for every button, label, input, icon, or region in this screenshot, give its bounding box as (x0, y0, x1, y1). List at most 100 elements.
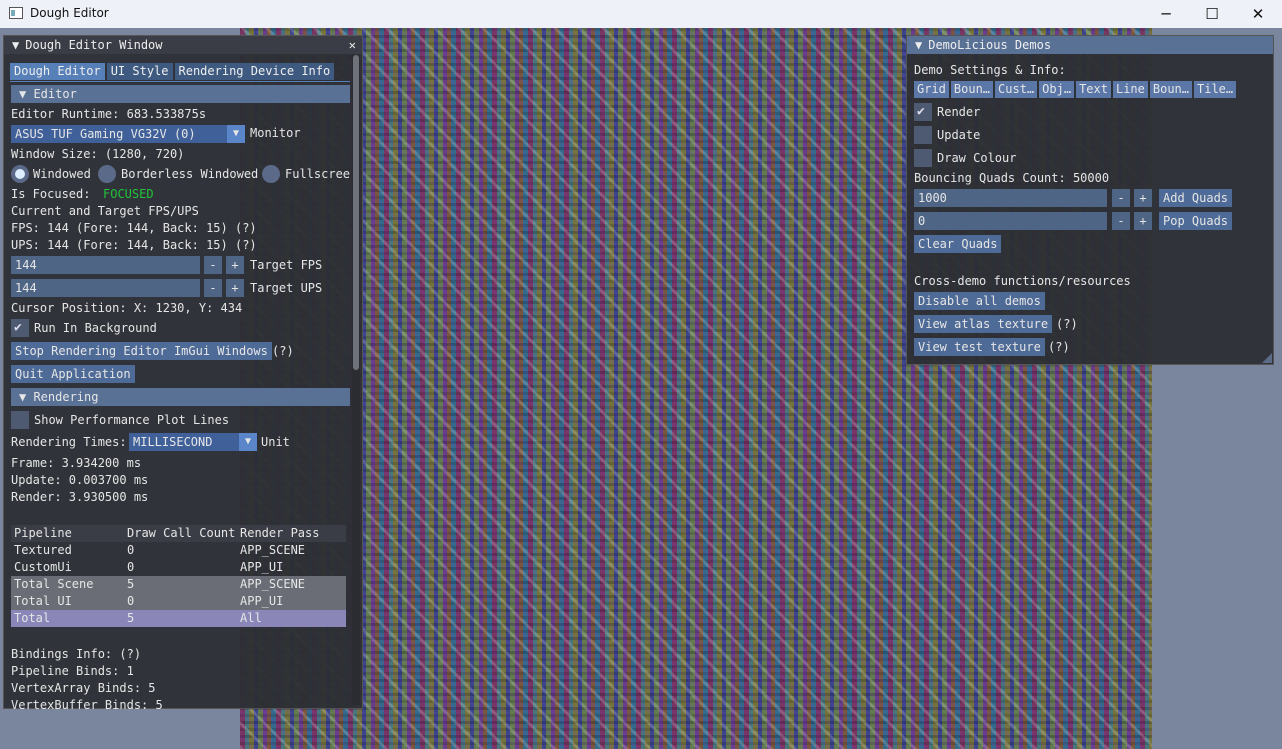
fullscreen-label: Fullscree (285, 167, 351, 181)
stop-rendering-button[interactable]: Stop Rendering Editor ImGui Windows (11, 342, 272, 360)
dough-editor-window: ▼ Dough Editor Window ✕ Dough Editor UI St… (3, 35, 363, 712)
is-focused-label: Is Focused: (11, 187, 91, 201)
add-quads-button[interactable]: Add Quads (1159, 189, 1233, 207)
collapse-triangle-icon[interactable]: ▼ (915, 36, 922, 54)
column-header: Draw Call Count (127, 526, 236, 540)
tab-ui-style[interactable]: UI Style (106, 63, 173, 80)
tab-line[interactable]: Line (1112, 81, 1148, 98)
table-row: Total 5 All (11, 610, 346, 627)
tab-underline (10, 81, 350, 82)
chevron-down-icon: ▼ (227, 125, 245, 143)
borderless-windowed-radio[interactable] (98, 165, 116, 183)
close-button[interactable]: ✕ (1235, 0, 1281, 28)
editor-tab-bar: Dough Editor UI Style Rendering Device Inf… (10, 63, 336, 81)
tab-tile[interactable]: Tile… (1194, 81, 1237, 98)
table-cell: APP_UI (240, 560, 284, 574)
update-checkbox[interactable] (914, 126, 932, 144)
tab-rendering-device-info[interactable]: Rendering Device Info (174, 63, 335, 80)
fullscreen-radio[interactable] (262, 165, 280, 183)
windowed-radio[interactable] (11, 165, 29, 183)
tab-dough-editor[interactable]: Dough Editor (10, 63, 105, 80)
table-cell: 5 (127, 611, 135, 625)
cursor-position: Cursor Position: X: 1230, Y: 434 (11, 301, 243, 315)
chevron-down-icon: ▼ (239, 433, 257, 451)
table-cell: APP_SCENE (240, 543, 306, 557)
table-cell: CustomUi (14, 560, 72, 574)
minimize-button[interactable]: ─ (1143, 0, 1189, 28)
resize-grip-icon[interactable] (1262, 353, 1272, 363)
render-checkbox[interactable] (914, 103, 932, 121)
table-cell: APP_SCENE (240, 577, 306, 591)
draw-colour-checkbox[interactable] (914, 149, 932, 167)
table-cell: Total Scene (14, 577, 94, 591)
help-marker[interactable]: (?) (1056, 317, 1078, 331)
update-label: Update (937, 128, 981, 142)
focus-status: FOCUSED (103, 187, 154, 201)
table-cell: Textured (14, 543, 72, 557)
pop-quads-button[interactable]: Pop Quads (1159, 212, 1233, 230)
view-test-texture-button[interactable]: View test texture (914, 338, 1045, 356)
editor-window-titlebar[interactable]: ▼ Dough Editor Window ✕ (4, 36, 362, 54)
help-marker[interactable]: (?) (272, 344, 294, 358)
run-in-background-label: Run In Background (34, 321, 157, 335)
tab-bounce[interactable]: Boun… (950, 81, 994, 98)
target-ups-input[interactable]: 144 (11, 279, 200, 297)
tab-grid[interactable]: Grid (914, 81, 949, 98)
vertexarray-binds: VertexArray Binds: 5 (11, 681, 156, 695)
monitor-select-value: ASUS TUF Gaming VG32V (0) (15, 127, 196, 141)
add-quads-increment[interactable]: + (1134, 189, 1152, 207)
update-time: Update: 0.003700 ms (11, 473, 149, 487)
column-header: Pipeline (14, 526, 72, 540)
editor-scrollbar[interactable] (352, 55, 360, 705)
target-ups-decrement[interactable]: - (204, 279, 222, 297)
demo-window-titlebar[interactable]: ▼ DemoLicious Demos (907, 36, 1273, 54)
time-unit-select[interactable]: MILLISECOND ▼ (129, 433, 257, 451)
tab-bouncing-quads[interactable]: Boun… (1149, 81, 1192, 98)
rendering-header-label: Rendering (33, 390, 99, 404)
target-ups-increment[interactable]: + (226, 279, 244, 297)
column-header: Render Pass (240, 526, 320, 540)
disable-all-demos-button[interactable]: Disable all demos (914, 292, 1045, 310)
table-row: Textured 0 APP_SCENE (11, 542, 346, 559)
borderless-windowed-label: Borderless Windowed (121, 167, 259, 181)
add-quads-input[interactable]: 1000 (914, 189, 1107, 207)
scrollbar-thumb[interactable] (353, 55, 359, 370)
add-quads-decrement[interactable]: - (1112, 189, 1130, 207)
rendering-times-label: Rendering Times: (11, 435, 127, 449)
editor-section-header[interactable]: ▼ Editor (11, 85, 350, 103)
table-cell: 0 (127, 543, 135, 557)
monitor-select[interactable]: ASUS TUF Gaming VG32V (0) ▼ (11, 125, 245, 143)
rendering-section-header[interactable]: ▼ Rendering (11, 388, 350, 406)
windowed-label: Windowed (33, 167, 91, 181)
maximize-button[interactable]: ☐ (1189, 0, 1235, 28)
help-marker[interactable]: (?) (1048, 340, 1070, 354)
window-size: Window Size: (1280, 720) (11, 147, 185, 161)
table-cell: Total (14, 611, 51, 625)
render-label: Render (937, 105, 981, 119)
collapse-triangle-icon: ▼ (19, 390, 34, 404)
pop-quads-decrement[interactable]: - (1112, 212, 1130, 230)
target-fps-increment[interactable]: + (226, 256, 244, 274)
table-cell: 0 (127, 560, 135, 574)
tab-object[interactable]: Obj… (1039, 81, 1075, 98)
editor-runtime: Editor Runtime: 683.533875s (11, 107, 207, 121)
quit-application-button[interactable]: Quit Application (11, 365, 135, 383)
view-atlas-texture-button[interactable]: View atlas texture (914, 315, 1053, 333)
demolicious-demos-window: ▼ DemoLicious Demos Demo Settings & Info:… (906, 35, 1274, 365)
show-plot-lines-checkbox[interactable] (11, 411, 29, 429)
collapse-triangle-icon[interactable]: ▼ (12, 36, 19, 54)
target-fps-decrement[interactable]: - (204, 256, 222, 274)
fps-title: Current and Target FPS/UPS (11, 204, 199, 218)
run-in-background-checkbox[interactable] (11, 319, 29, 337)
vertexbuffer-binds: VertexBuffer Binds: 5 (11, 698, 163, 712)
close-icon[interactable]: ✕ (349, 36, 356, 54)
tab-custom[interactable]: Cust… (995, 81, 1038, 98)
table-row: CustomUi 0 APP_UI (11, 559, 346, 576)
window-titlebar: Dough Editor ─ ☐ ✕ (0, 0, 1282, 28)
clear-quads-button[interactable]: Clear Quads (914, 235, 1002, 253)
pop-quads-increment[interactable]: + (1134, 212, 1152, 230)
target-fps-input[interactable]: 144 (11, 256, 200, 274)
table-header: Pipeline Draw Call Count Render Pass (11, 525, 346, 542)
tab-text[interactable]: Text (1076, 81, 1111, 98)
pop-quads-input[interactable]: 0 (914, 212, 1107, 230)
